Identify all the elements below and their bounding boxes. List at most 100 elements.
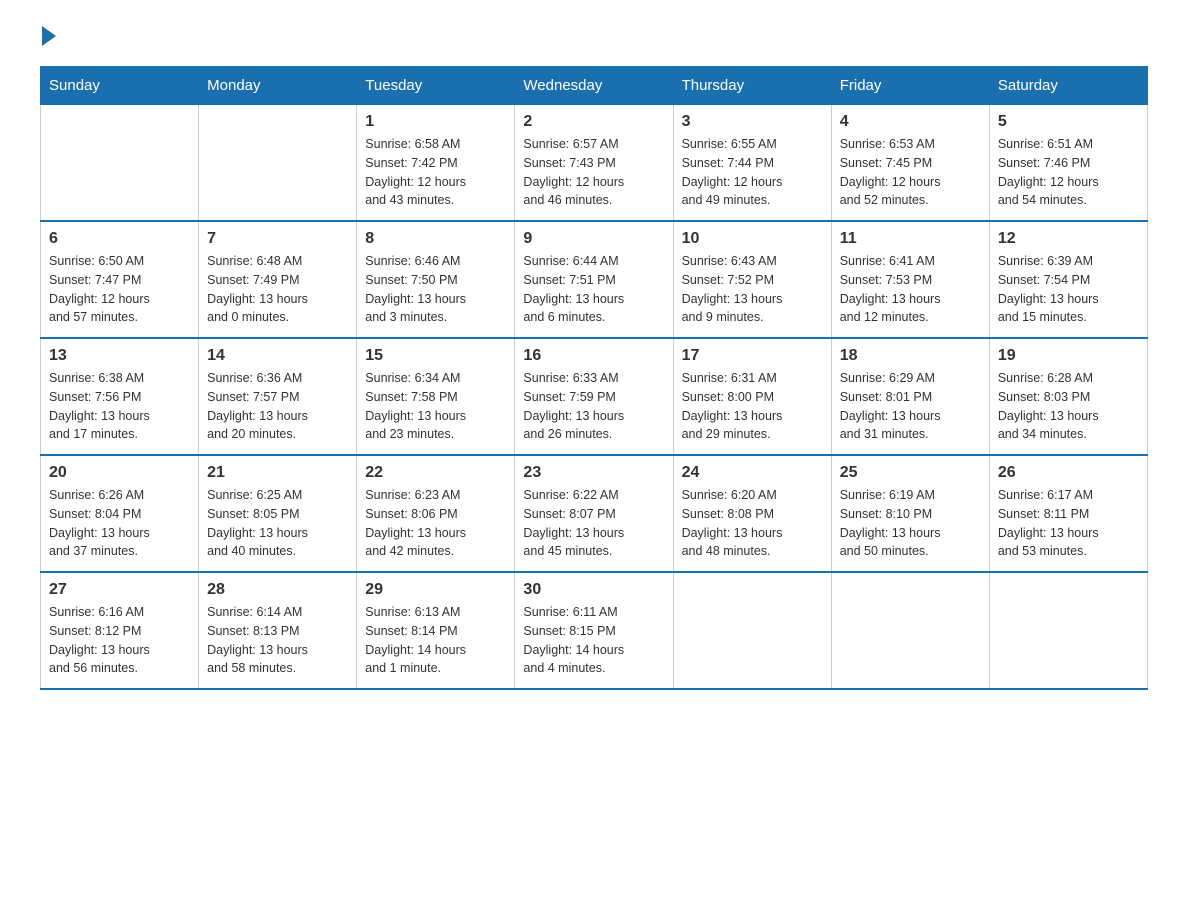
day-number: 26: [998, 464, 1139, 482]
week-row-2: 6 Sunrise: 6:50 AM Sunset: 7:47 PM Daylig…: [41, 221, 1148, 338]
day-number: 25: [840, 464, 981, 482]
weekday-header-row: SundayMondayTuesdayWednesdayThursdayFrid…: [41, 67, 1148, 105]
logo: [40, 30, 56, 46]
day-number: 11: [840, 230, 981, 248]
day-info: Sunrise: 6:38 AM Sunset: 7:56 PM Dayligh…: [49, 369, 190, 444]
weekday-header-wednesday: Wednesday: [515, 67, 673, 105]
calendar-cell-1-1: [41, 105, 199, 222]
calendar-cell-5-1: 27 Sunrise: 6:16 AM Sunset: 8:12 PM Dayli…: [41, 572, 199, 689]
day-info: Sunrise: 6:55 AM Sunset: 7:44 PM Dayligh…: [682, 135, 823, 210]
calendar-cell-3-4: 16 Sunrise: 6:33 AM Sunset: 7:59 PM Dayli…: [515, 338, 673, 455]
week-row-3: 13 Sunrise: 6:38 AM Sunset: 7:56 PM Dayli…: [41, 338, 1148, 455]
calendar-cell-5-5: [673, 572, 831, 689]
day-info: Sunrise: 6:16 AM Sunset: 8:12 PM Dayligh…: [49, 603, 190, 678]
calendar-cell-3-5: 17 Sunrise: 6:31 AM Sunset: 8:00 PM Dayli…: [673, 338, 831, 455]
day-number: 14: [207, 347, 348, 365]
day-number: 7: [207, 230, 348, 248]
calendar-cell-4-1: 20Sunrise: 6:26 AM Sunset: 8:04 PM Dayli…: [41, 455, 199, 572]
weekday-header-sunday: Sunday: [41, 67, 199, 105]
calendar-cell-5-3: 29 Sunrise: 6:13 AM Sunset: 8:14 PM Dayli…: [357, 572, 515, 689]
day-number: 5: [998, 113, 1139, 131]
day-info: Sunrise: 6:41 AM Sunset: 7:53 PM Dayligh…: [840, 252, 981, 327]
weekday-header-monday: Monday: [199, 67, 357, 105]
day-info: Sunrise: 6:50 AM Sunset: 7:47 PM Dayligh…: [49, 252, 190, 327]
day-number: 22: [365, 464, 506, 482]
calendar-cell-2-3: 8 Sunrise: 6:46 AM Sunset: 7:50 PM Daylig…: [357, 221, 515, 338]
day-info: Sunrise: 6:43 AM Sunset: 7:52 PM Dayligh…: [682, 252, 823, 327]
day-info: Sunrise: 6:44 AM Sunset: 7:51 PM Dayligh…: [523, 252, 664, 327]
calendar-cell-2-1: 6 Sunrise: 6:50 AM Sunset: 7:47 PM Daylig…: [41, 221, 199, 338]
weekday-header-saturday: Saturday: [989, 67, 1147, 105]
calendar-cell-4-7: 26 Sunrise: 6:17 AM Sunset: 8:11 PM Dayli…: [989, 455, 1147, 572]
day-info: Sunrise: 6:20 AM Sunset: 8:08 PM Dayligh…: [682, 486, 823, 561]
day-info: Sunrise: 6:46 AM Sunset: 7:50 PM Dayligh…: [365, 252, 506, 327]
day-number: 1: [365, 113, 506, 131]
calendar-cell-2-5: 10Sunrise: 6:43 AM Sunset: 7:52 PM Dayli…: [673, 221, 831, 338]
calendar-cell-1-5: 3 Sunrise: 6:55 AM Sunset: 7:44 PM Daylig…: [673, 105, 831, 222]
day-number: 6: [49, 230, 190, 248]
calendar-cell-3-7: 19 Sunrise: 6:28 AM Sunset: 8:03 PM Dayli…: [989, 338, 1147, 455]
day-info: Sunrise: 6:57 AM Sunset: 7:43 PM Dayligh…: [523, 135, 664, 210]
day-number: 23: [523, 464, 664, 482]
weekday-header-thursday: Thursday: [673, 67, 831, 105]
day-info: Sunrise: 6:28 AM Sunset: 8:03 PM Dayligh…: [998, 369, 1139, 444]
calendar-cell-1-2: [199, 105, 357, 222]
day-number: 13: [49, 347, 190, 365]
calendar-cell-3-3: 15 Sunrise: 6:34 AM Sunset: 7:58 PM Dayli…: [357, 338, 515, 455]
day-number: 8: [365, 230, 506, 248]
day-number: 16: [523, 347, 664, 365]
calendar-cell-1-4: 2 Sunrise: 6:57 AM Sunset: 7:43 PM Daylig…: [515, 105, 673, 222]
calendar-cell-2-2: 7 Sunrise: 6:48 AM Sunset: 7:49 PM Daylig…: [199, 221, 357, 338]
day-info: Sunrise: 6:14 AM Sunset: 8:13 PM Dayligh…: [207, 603, 348, 678]
day-info: Sunrise: 6:53 AM Sunset: 7:45 PM Dayligh…: [840, 135, 981, 210]
day-number: 12: [998, 230, 1139, 248]
day-number: 21: [207, 464, 348, 482]
page-header: [40, 30, 1148, 46]
day-number: 15: [365, 347, 506, 365]
logo-arrow-icon: [42, 26, 56, 46]
day-info: Sunrise: 6:34 AM Sunset: 7:58 PM Dayligh…: [365, 369, 506, 444]
week-row-4: 20Sunrise: 6:26 AM Sunset: 8:04 PM Dayli…: [41, 455, 1148, 572]
week-row-5: 27 Sunrise: 6:16 AM Sunset: 8:12 PM Dayli…: [41, 572, 1148, 689]
calendar-cell-3-6: 18 Sunrise: 6:29 AM Sunset: 8:01 PM Dayli…: [831, 338, 989, 455]
day-info: Sunrise: 6:36 AM Sunset: 7:57 PM Dayligh…: [207, 369, 348, 444]
weekday-header-tuesday: Tuesday: [357, 67, 515, 105]
day-info: Sunrise: 6:58 AM Sunset: 7:42 PM Dayligh…: [365, 135, 506, 210]
day-number: 19: [998, 347, 1139, 365]
calendar-cell-5-6: [831, 572, 989, 689]
day-info: Sunrise: 6:17 AM Sunset: 8:11 PM Dayligh…: [998, 486, 1139, 561]
calendar-cell-4-5: 24 Sunrise: 6:20 AM Sunset: 8:08 PM Dayli…: [673, 455, 831, 572]
day-number: 17: [682, 347, 823, 365]
day-info: Sunrise: 6:39 AM Sunset: 7:54 PM Dayligh…: [998, 252, 1139, 327]
calendar-cell-2-4: 9 Sunrise: 6:44 AM Sunset: 7:51 PM Daylig…: [515, 221, 673, 338]
calendar-cell-4-6: 25Sunrise: 6:19 AM Sunset: 8:10 PM Dayli…: [831, 455, 989, 572]
calendar-cell-5-2: 28Sunrise: 6:14 AM Sunset: 8:13 PM Dayli…: [199, 572, 357, 689]
calendar-cell-5-4: 30Sunrise: 6:11 AM Sunset: 8:15 PM Dayli…: [515, 572, 673, 689]
calendar-table: SundayMondayTuesdayWednesdayThursdayFrid…: [40, 66, 1148, 690]
day-number: 29: [365, 581, 506, 599]
calendar-cell-1-7: 5Sunrise: 6:51 AM Sunset: 7:46 PM Daylig…: [989, 105, 1147, 222]
day-info: Sunrise: 6:29 AM Sunset: 8:01 PM Dayligh…: [840, 369, 981, 444]
day-number: 2: [523, 113, 664, 131]
day-number: 18: [840, 347, 981, 365]
calendar-cell-1-3: 1 Sunrise: 6:58 AM Sunset: 7:42 PM Daylig…: [357, 105, 515, 222]
calendar-cell-5-7: [989, 572, 1147, 689]
day-info: Sunrise: 6:23 AM Sunset: 8:06 PM Dayligh…: [365, 486, 506, 561]
day-number: 27: [49, 581, 190, 599]
calendar-cell-4-3: 22 Sunrise: 6:23 AM Sunset: 8:06 PM Dayli…: [357, 455, 515, 572]
calendar-cell-4-2: 21Sunrise: 6:25 AM Sunset: 8:05 PM Dayli…: [199, 455, 357, 572]
day-info: Sunrise: 6:22 AM Sunset: 8:07 PM Dayligh…: [523, 486, 664, 561]
calendar-cell-3-2: 14 Sunrise: 6:36 AM Sunset: 7:57 PM Dayli…: [199, 338, 357, 455]
day-info: Sunrise: 6:33 AM Sunset: 7:59 PM Dayligh…: [523, 369, 664, 444]
day-info: Sunrise: 6:48 AM Sunset: 7:49 PM Dayligh…: [207, 252, 348, 327]
weekday-header-friday: Friday: [831, 67, 989, 105]
day-number: 24: [682, 464, 823, 482]
day-number: 3: [682, 113, 823, 131]
calendar-cell-2-7: 12 Sunrise: 6:39 AM Sunset: 7:54 PM Dayli…: [989, 221, 1147, 338]
day-info: Sunrise: 6:31 AM Sunset: 8:00 PM Dayligh…: [682, 369, 823, 444]
day-number: 9: [523, 230, 664, 248]
calendar-cell-2-6: 11 Sunrise: 6:41 AM Sunset: 7:53 PM Dayli…: [831, 221, 989, 338]
calendar-cell-1-6: 4Sunrise: 6:53 AM Sunset: 7:45 PM Daylig…: [831, 105, 989, 222]
day-number: 30: [523, 581, 664, 599]
day-info: Sunrise: 6:13 AM Sunset: 8:14 PM Dayligh…: [365, 603, 506, 678]
